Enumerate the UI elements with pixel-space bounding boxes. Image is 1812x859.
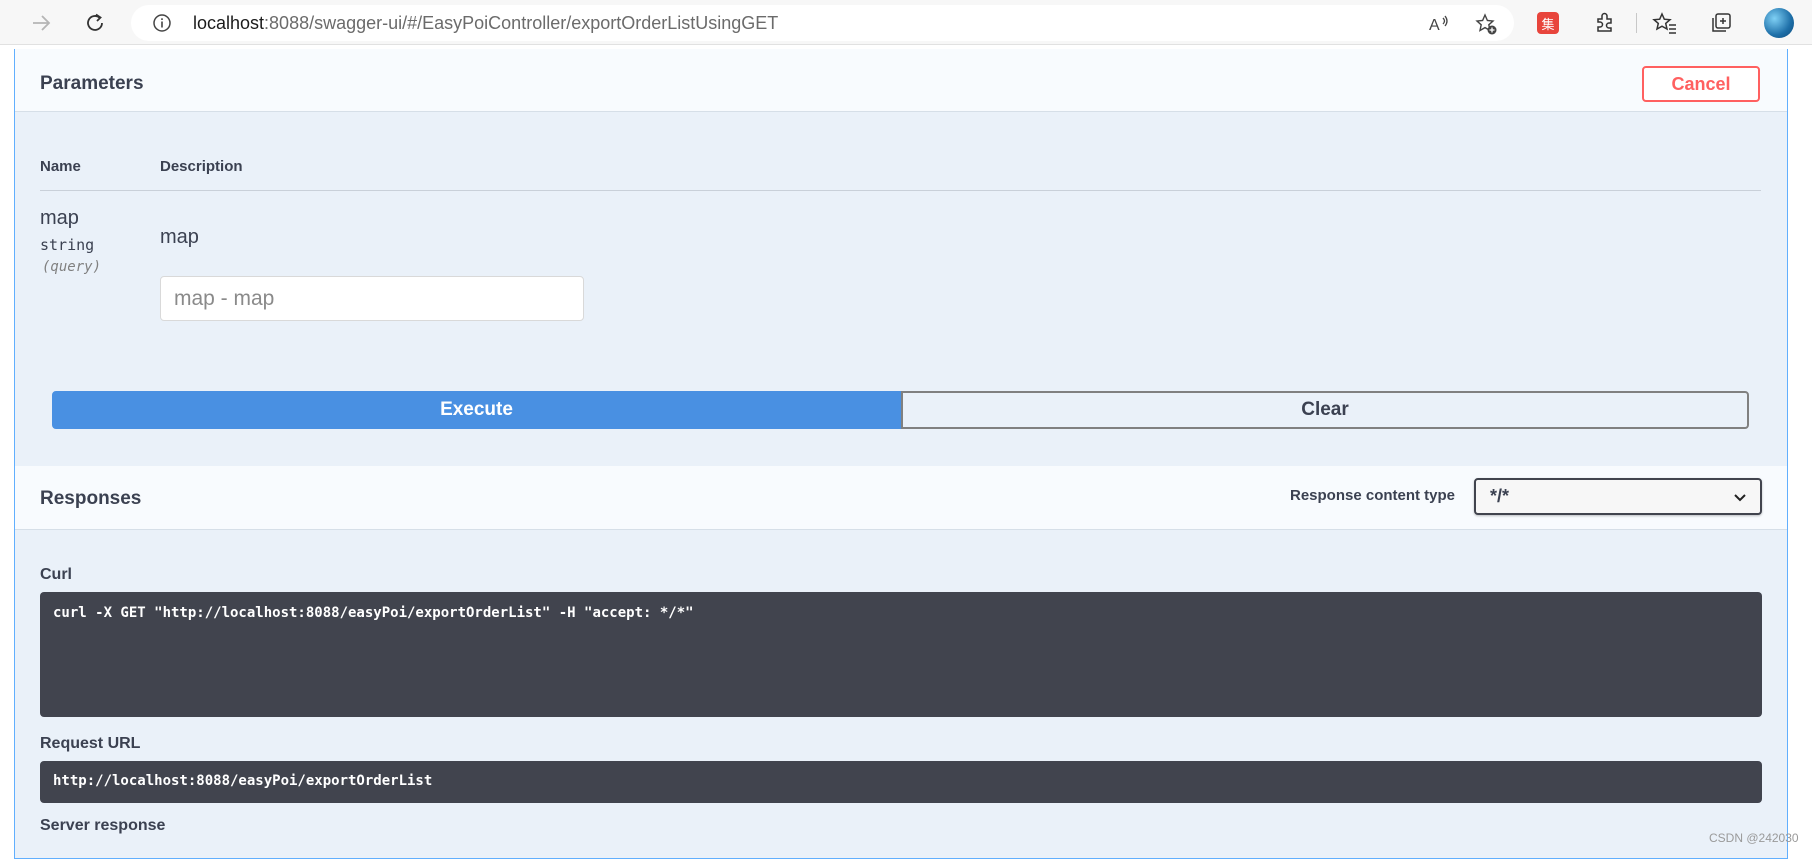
address-bar[interactable]: localhost:8088/swagger-ui/#/EasyPoiContr… <box>131 5 1514 41</box>
map-parameter-input[interactable] <box>160 276 584 321</box>
parameter-name: map <box>40 207 79 229</box>
forward-arrow-icon <box>33 15 51 31</box>
parameter-description: map <box>160 226 199 248</box>
clear-button[interactable]: Clear <box>901 391 1749 429</box>
add-favorite-icon[interactable] <box>1474 12 1498 36</box>
extension-badge-text: 集 <box>1541 16 1555 32</box>
response-content-type-value: */* <box>1490 486 1510 506</box>
response-content-type-label: Response content type <box>1290 487 1456 504</box>
parameter-type: string <box>40 236 95 254</box>
parameters-title: Parameters <box>40 73 144 94</box>
request-url-block[interactable]: http://localhost:8088/easyPoi/exportOrde… <box>40 761 1762 803</box>
table-header-divider <box>40 190 1761 191</box>
collections-icon[interactable] <box>1708 10 1734 36</box>
server-response-label: Server response <box>40 817 166 834</box>
favorites-icon[interactable] <box>1652 10 1678 36</box>
watermark: CSDN @242030 <box>1709 831 1799 845</box>
responses-title: Responses <box>40 488 142 509</box>
url-path: :8088/swagger-ui/#/EasyPoiController/exp… <box>264 13 779 33</box>
profile-avatar[interactable] <box>1764 8 1794 38</box>
refresh-icon <box>87 13 103 31</box>
extensions-icon[interactable] <box>1592 10 1618 36</box>
url-host: localhost <box>193 13 265 33</box>
curl-code-block[interactable]: curl -X GET "http://localhost:8088/easyP… <box>40 592 1762 717</box>
browser-toolbar: localhost:8088/swagger-ui/#/EasyPoiContr… <box>0 0 1812 45</box>
chevron-down-icon <box>1734 494 1746 502</box>
execute-button[interactable]: Execute <box>52 391 901 429</box>
forward-button[interactable] <box>26 8 56 38</box>
response-content-type-select[interactable]: */* <box>1474 478 1762 515</box>
execute-button-group: Execute Clear <box>52 391 1749 429</box>
request-url-label: Request URL <box>40 735 141 752</box>
parameters-header: Parameters Cancel <box>15 49 1787 112</box>
site-info-icon[interactable] <box>152 13 172 33</box>
column-header-description: Description <box>160 158 243 175</box>
operation-panel: Parameters Cancel Name Description map s… <box>14 49 1788 859</box>
toolbar-divider <box>1636 13 1637 33</box>
read-aloud-icon[interactable]: A <box>1427 12 1451 36</box>
refresh-button[interactable] <box>80 8 110 38</box>
cancel-button[interactable]: Cancel <box>1642 66 1760 102</box>
extension-badge-icon[interactable]: 集 <box>1537 12 1559 34</box>
column-header-name: Name <box>40 158 81 175</box>
parameter-location: (query) <box>42 259 102 275</box>
curl-label: Curl <box>40 566 72 583</box>
svg-text:A: A <box>1429 17 1440 34</box>
url-text[interactable]: localhost:8088/swagger-ui/#/EasyPoiContr… <box>193 13 778 34</box>
